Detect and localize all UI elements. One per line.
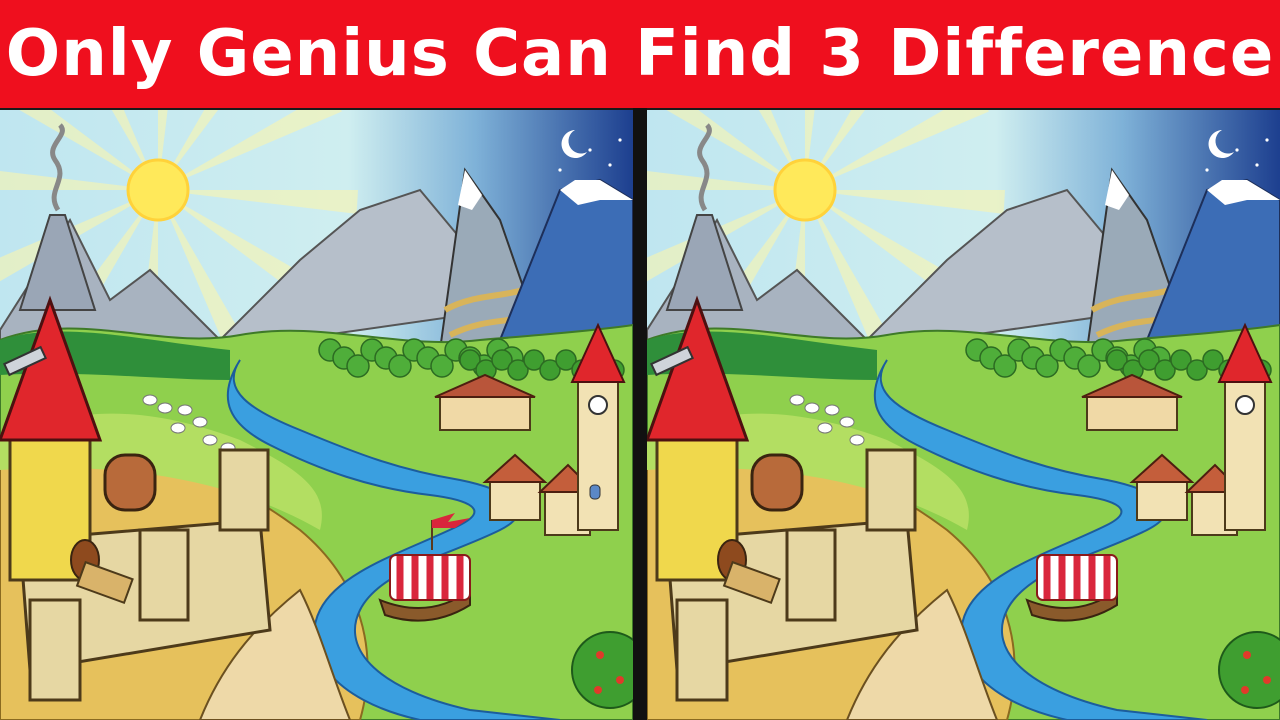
sheep <box>177 404 193 416</box>
clock-icon <box>588 395 608 415</box>
apple <box>1241 686 1249 694</box>
clock-icon <box>1235 395 1255 415</box>
page-title: Only Genius Can Find 3 Difference <box>5 17 1275 91</box>
title-banner: Only Genius Can Find 3 Difference <box>0 0 1280 108</box>
sheep <box>202 434 218 446</box>
castle-tower <box>675 598 729 702</box>
castle-tower <box>138 528 190 622</box>
apple <box>596 651 604 659</box>
scene-panel-left[interactable] <box>0 110 633 720</box>
village-house <box>1086 394 1178 431</box>
sun <box>126 158 190 222</box>
castle-tower <box>785 528 837 622</box>
scene-panel-right[interactable] <box>647 110 1280 720</box>
castle-gate <box>103 453 157 512</box>
sheep <box>817 422 833 434</box>
sheep <box>839 416 855 428</box>
town-house <box>1136 479 1188 521</box>
star <box>588 148 592 152</box>
sheep <box>789 394 805 406</box>
star <box>1205 168 1209 172</box>
sheep <box>804 402 820 414</box>
apple <box>594 686 602 694</box>
panel-divider <box>633 108 647 720</box>
sheep <box>142 394 158 406</box>
apple <box>1243 651 1251 659</box>
castle-tower <box>28 598 82 702</box>
sheep <box>824 404 840 416</box>
apple <box>1263 676 1271 684</box>
castle-tower <box>865 448 917 532</box>
star <box>1265 138 1269 142</box>
sheep <box>157 402 173 414</box>
sun <box>773 158 837 222</box>
star <box>1235 148 1239 152</box>
village-house <box>439 394 531 431</box>
tower-window <box>589 484 601 500</box>
sheep <box>849 434 865 446</box>
star <box>1255 163 1259 167</box>
star <box>558 168 562 172</box>
castle-gate <box>750 453 804 512</box>
star <box>608 163 612 167</box>
town-house <box>489 479 541 521</box>
castle-tower <box>218 448 270 532</box>
sheep <box>192 416 208 428</box>
apple <box>616 676 624 684</box>
star <box>618 138 622 142</box>
sheep <box>170 422 186 434</box>
